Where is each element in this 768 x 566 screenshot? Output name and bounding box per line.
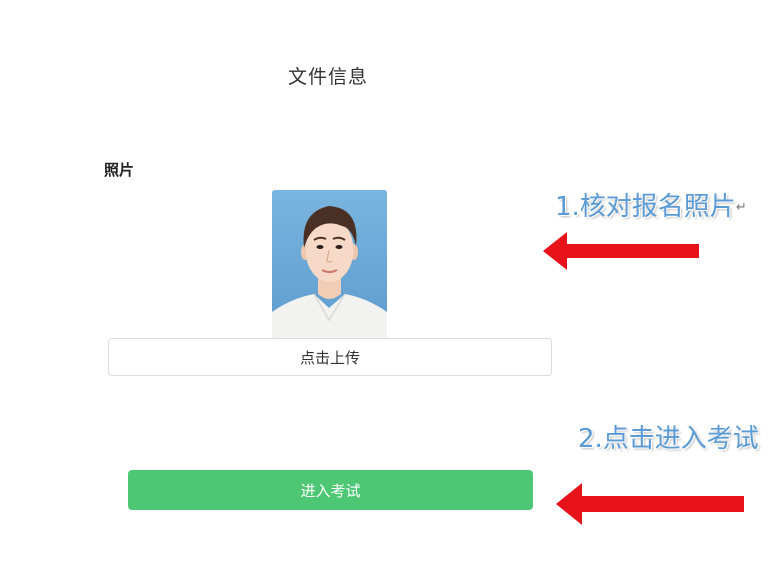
portrait-icon bbox=[272, 190, 387, 340]
enter-exam-button[interactable]: 进入考试 bbox=[128, 470, 533, 510]
red-arrow-left-icon bbox=[556, 483, 744, 525]
document-info-page: 文件信息 照片 点击上传 进入考试 1.核对报名照片↵ 2.点击进入考试 bbox=[0, 0, 768, 566]
photo-section-label: 照片 bbox=[104, 161, 135, 179]
annotation-step1-text: 1.核对报名照片 bbox=[555, 192, 736, 222]
return-mark-icon: ↵ bbox=[735, 200, 747, 215]
page-title: 文件信息 bbox=[288, 66, 369, 88]
annotation-step2: 2.点击进入考试 bbox=[578, 424, 759, 454]
annotation-step1: 1.核对报名照片↵ bbox=[555, 186, 747, 223]
upload-button[interactable]: 点击上传 bbox=[108, 338, 552, 376]
red-arrow-left-icon bbox=[543, 232, 699, 270]
registration-photo bbox=[272, 190, 387, 340]
